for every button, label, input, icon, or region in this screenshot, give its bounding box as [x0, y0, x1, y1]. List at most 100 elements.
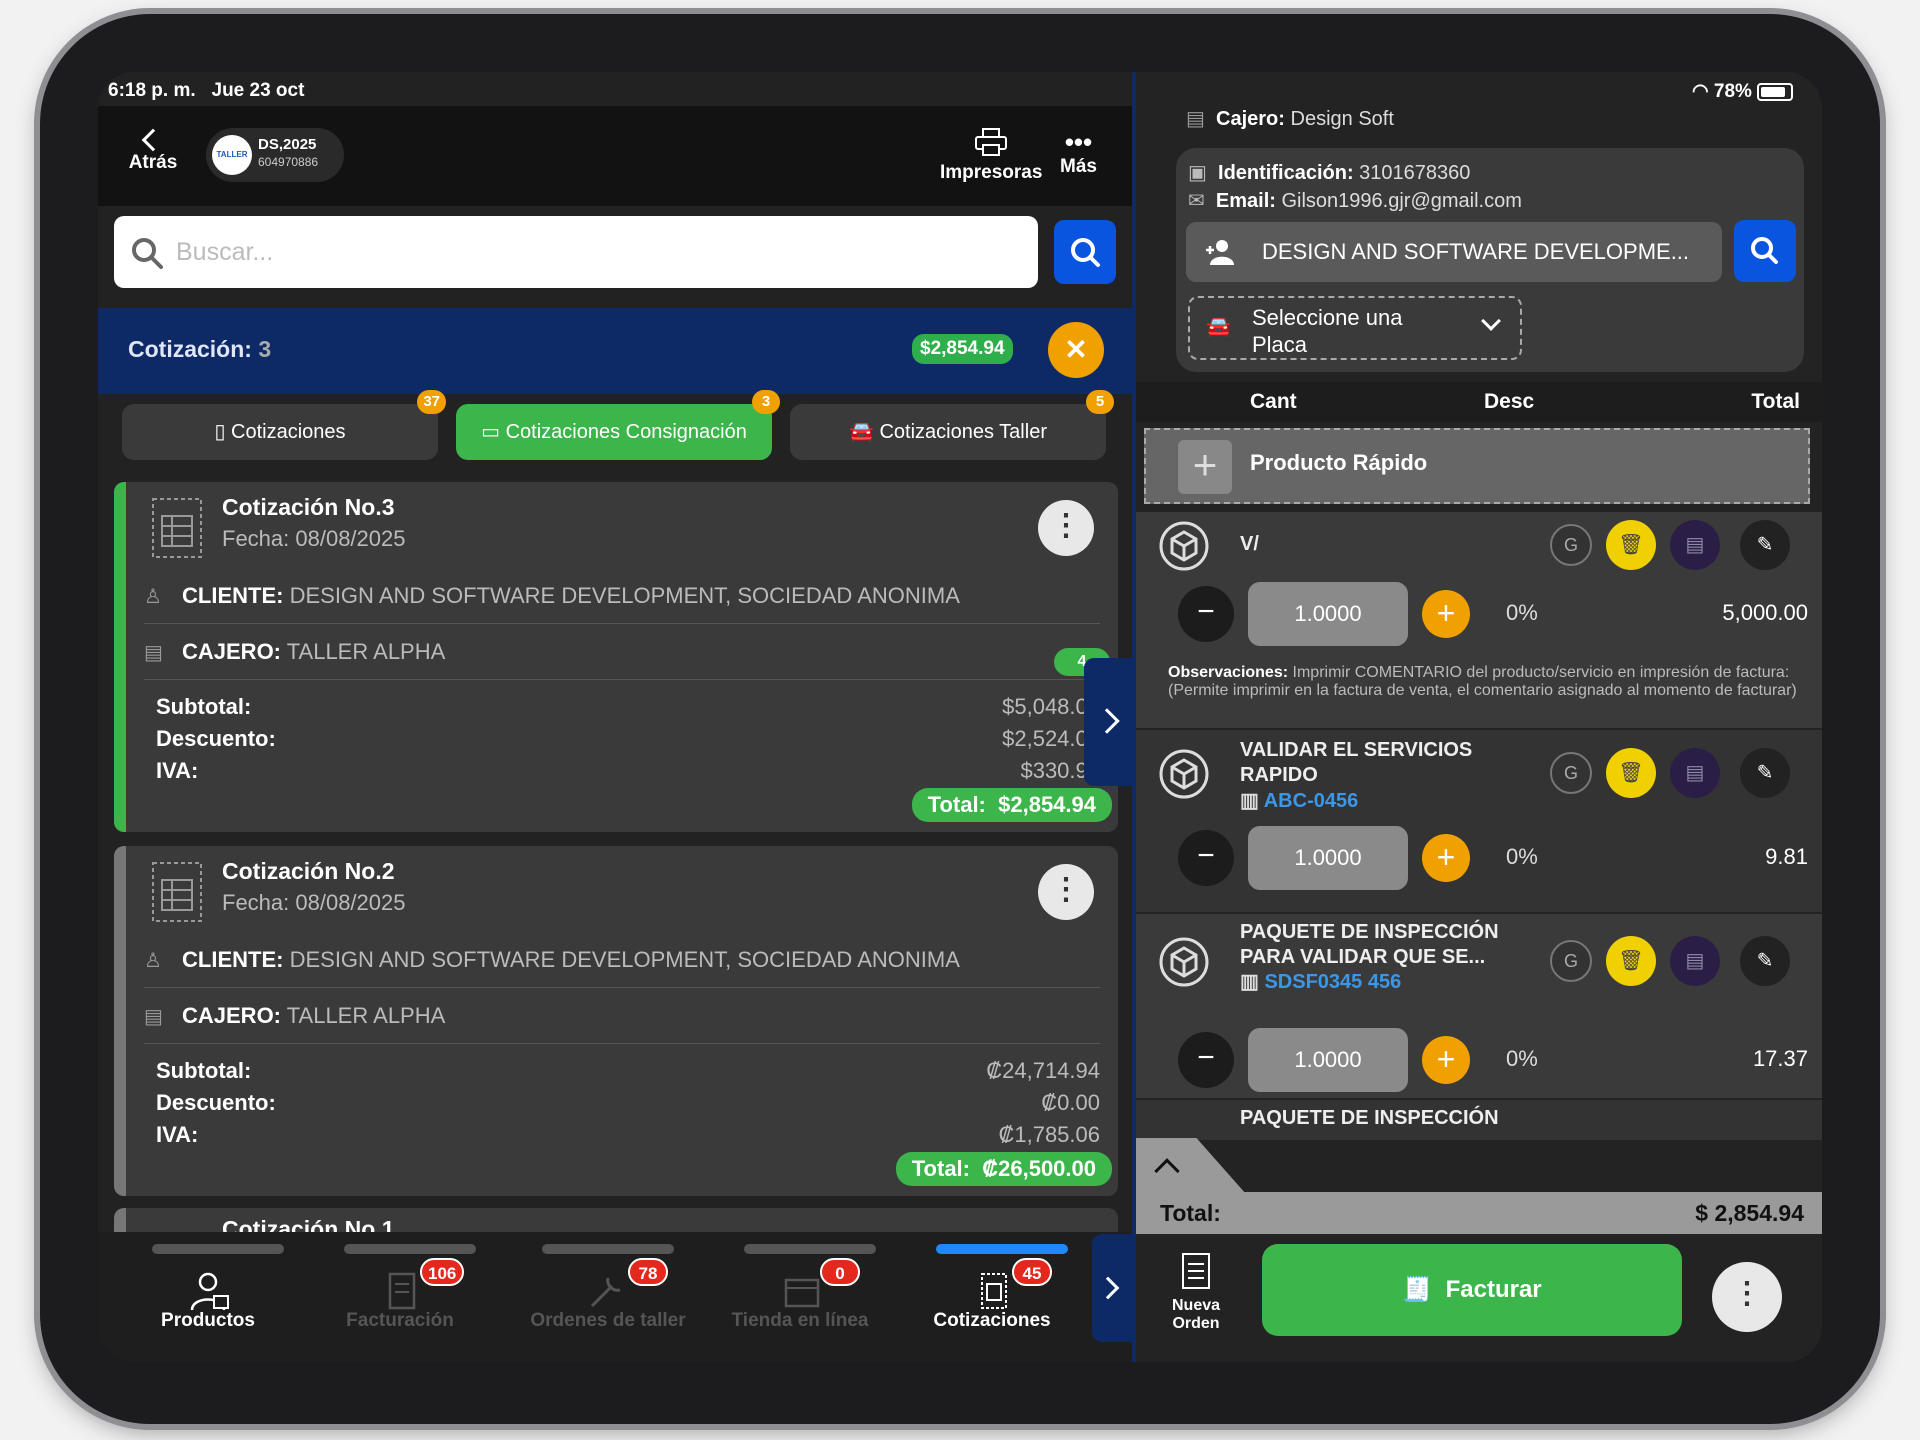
close-quote-button[interactable]: ✕ [1048, 322, 1104, 378]
edit-button[interactable]: ✎ [1740, 748, 1790, 798]
increment-button[interactable]: + [1422, 1036, 1470, 1084]
top-bar: Atrás TALLER DS,2025 604970886 Impresora… [98, 106, 1134, 206]
quantity-input[interactable]: 1.0000 [1248, 826, 1408, 890]
nav-tienda-en-linea[interactable]: 0 Tienda en línea [720, 1232, 880, 1362]
placa-label: Seleccione una Placa [1252, 305, 1403, 357]
note-icon: ▤ [1685, 762, 1705, 784]
invoice-button[interactable]: 🧾 Facturar [1262, 1244, 1682, 1336]
minus-icon: − [1197, 1041, 1215, 1074]
card-more-button[interactable]: ⋮ [1038, 500, 1094, 556]
car-icon: 🚘 [849, 421, 874, 443]
delete-button[interactable]: 🗑 [1606, 520, 1656, 570]
note-button[interactable]: ▤ [1670, 520, 1720, 570]
cube-icon [1159, 521, 1209, 571]
gift-g-button[interactable]: G [1550, 940, 1592, 982]
status-time: 6:18 p. m. Jue 23 oct [108, 80, 305, 101]
gift-g-button[interactable]: G [1550, 524, 1592, 566]
chevron-down-icon [1481, 311, 1501, 331]
pencil-icon: ✎ [1756, 762, 1774, 784]
search-icon [132, 238, 163, 269]
card-title: Cotización No.2 [222, 858, 395, 884]
folder-icon: ▭ [481, 421, 501, 443]
decrement-button[interactable]: − [1178, 586, 1234, 642]
more-vert-icon: ⋮ [1732, 1277, 1762, 1310]
invoice-icon [388, 1272, 416, 1310]
new-order-button[interactable]: Nueva Orden [1156, 1252, 1236, 1333]
customer-search-button[interactable] [1734, 220, 1796, 282]
card-more-button[interactable]: ⋮ [1038, 864, 1094, 920]
barcode-icon: ▥ [1240, 790, 1259, 812]
note-button[interactable]: ▤ [1670, 936, 1720, 986]
nav-next-button[interactable] [1092, 1234, 1134, 1342]
quantity-input[interactable]: 1.0000 [1248, 582, 1408, 646]
nav-badge: 45 [1012, 1258, 1052, 1286]
plus-icon: + [1436, 1041, 1456, 1077]
card-title: Cotización No.3 [222, 494, 395, 520]
collapse-button[interactable] [1136, 1138, 1246, 1194]
plus-icon: + [1436, 839, 1456, 875]
more-button[interactable]: ••• Más [1060, 128, 1097, 178]
edit-button[interactable]: ✎ [1740, 936, 1790, 986]
item-amount: 5,000.00 [1722, 600, 1808, 625]
pencil-icon: ✎ [1756, 950, 1774, 972]
item-code: ▥ ABC-0456 [1240, 790, 1359, 812]
more-dots-icon: ••• [1064, 127, 1093, 157]
minus-icon: − [1197, 839, 1215, 872]
close-icon: ✕ [1064, 334, 1088, 365]
search-input[interactable] [176, 216, 1016, 288]
placa-select[interactable]: 🚘 Seleccione una Placa [1188, 296, 1522, 360]
company-id: 604970886 [258, 155, 319, 169]
search-icon [1751, 237, 1778, 264]
tab-cotizaciones-taller[interactable]: 🚘 Cotizaciones Taller 5 [790, 390, 1114, 460]
nav-indicator [344, 1244, 476, 1254]
card-client-row: ♙ CLIENTE: DESIGN AND SOFTWARE DEVELOPMEN… [144, 568, 1100, 624]
decrement-button[interactable]: − [1178, 830, 1234, 886]
trash-icon: 🗑 [1618, 534, 1644, 556]
car-icon: 🚘 [1206, 316, 1231, 338]
nav-productos[interactable]: Productos [128, 1232, 288, 1362]
tab-cotizaciones-consignacion[interactable]: ▭ Cotizaciones Consignación 3 [456, 390, 780, 460]
left-panel: Atrás TALLER DS,2025 604970886 Impresora… [98, 72, 1134, 1362]
actions-more-button[interactable]: ⋮ [1712, 1262, 1782, 1332]
printers-button[interactable]: Impresoras [940, 128, 1042, 184]
customer-name: DESIGN AND SOFTWARE DEVELOPME... [1262, 239, 1690, 264]
delete-button[interactable]: 🗑 [1606, 936, 1656, 986]
quote-card[interactable]: Cotización No.2 Fecha: 08/08/2025 ⋮ ♙ CLI… [114, 846, 1118, 1196]
note-button[interactable]: ▤ [1670, 748, 1720, 798]
document-icon [152, 862, 202, 922]
register-icon: ▤ [144, 1006, 163, 1028]
user-product-icon [190, 1272, 229, 1311]
delete-button[interactable]: 🗑 [1606, 748, 1656, 798]
item-discount: 0% [1506, 844, 1538, 869]
increment-button[interactable]: + [1422, 590, 1470, 638]
company-logo: TALLER [212, 135, 252, 175]
nav-cotizaciones[interactable]: 45 Cotizaciones [912, 1232, 1072, 1362]
tab-cotizaciones[interactable]: ▯ Cotizaciones 37 [122, 390, 446, 460]
nav-facturacion[interactable]: 106 Facturación [320, 1232, 480, 1362]
customer-id-row: ▣ Identificación: 3101678360 [1188, 162, 1471, 184]
quote-card[interactable]: Cotización No.3 Fecha: 08/08/2025 ⋮ ♙ CLI… [114, 482, 1118, 832]
chevron-up-icon [1154, 1158, 1180, 1184]
card-date: Fecha: 08/08/2025 [222, 890, 406, 915]
nav-ordenes-taller[interactable]: 78 Ordenes de taller [520, 1232, 696, 1362]
tab-badge: 37 [417, 390, 446, 414]
quantity-input[interactable]: 1.0000 [1248, 1028, 1408, 1092]
minus-icon: − [1197, 595, 1215, 628]
gift-g-button[interactable]: G [1550, 752, 1592, 794]
invoice-icon: 🧾 [1402, 1276, 1433, 1303]
edit-button[interactable]: ✎ [1740, 520, 1790, 570]
back-button[interactable]: Atrás [118, 128, 188, 174]
search-button[interactable] [1054, 220, 1116, 284]
expand-panel-button[interactable] [1084, 658, 1134, 786]
quick-product-label: Producto Rápido [1250, 450, 1428, 475]
printer-icon [975, 128, 1008, 156]
line-item: PAQUETE DE INSPECCIÓN PARA VALIDAR QUE S… [1136, 914, 1822, 1098]
subtotal-row: Subtotal: $5,048.03 [156, 694, 1100, 719]
decrement-button[interactable]: − [1178, 1032, 1234, 1088]
quick-product-button[interactable]: + Producto Rápido [1144, 428, 1810, 504]
more-label: Más [1060, 156, 1097, 177]
customer-selector[interactable]: DESIGN AND SOFTWARE DEVELOPME... [1186, 222, 1722, 282]
cube-icon [1159, 749, 1209, 799]
increment-button[interactable]: + [1422, 834, 1470, 882]
company-chip[interactable]: TALLER DS,2025 604970886 [206, 128, 344, 182]
